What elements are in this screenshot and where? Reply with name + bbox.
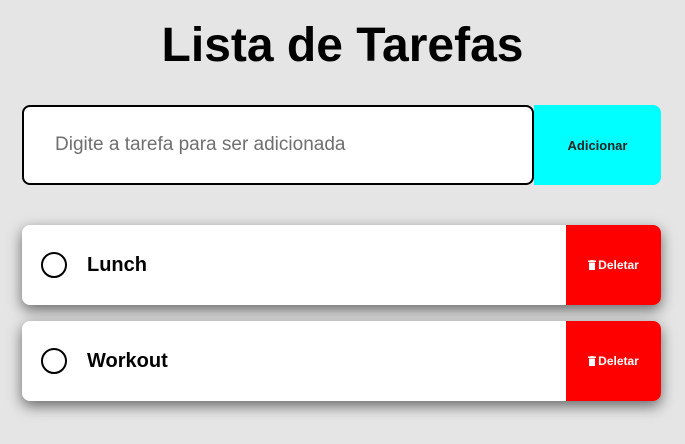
delete-button[interactable]: Deletar <box>566 321 661 401</box>
delete-label: Deletar <box>598 354 639 368</box>
trash-icon <box>588 356 597 366</box>
add-button[interactable]: Adicionar <box>534 105 661 185</box>
todo-app: Lista de Tarefas Adicionar Lunch Deletar… <box>0 0 685 444</box>
add-task-form: Adicionar <box>22 105 661 185</box>
page-title: Lista de Tarefas <box>161 19 524 72</box>
circle-check-icon[interactable] <box>41 252 67 278</box>
task-item: Lunch Deletar <box>22 225 661 305</box>
circle-check-icon[interactable] <box>41 348 67 374</box>
task-list: Lunch Deletar Workout Deletar <box>22 225 661 417</box>
trash-icon <box>588 260 597 270</box>
delete-button[interactable]: Deletar <box>566 225 661 305</box>
task-item: Workout Deletar <box>22 321 661 401</box>
task-input[interactable] <box>22 105 534 185</box>
delete-label: Deletar <box>598 258 639 272</box>
task-label: Lunch <box>87 253 147 276</box>
task-label: Workout <box>87 349 168 372</box>
